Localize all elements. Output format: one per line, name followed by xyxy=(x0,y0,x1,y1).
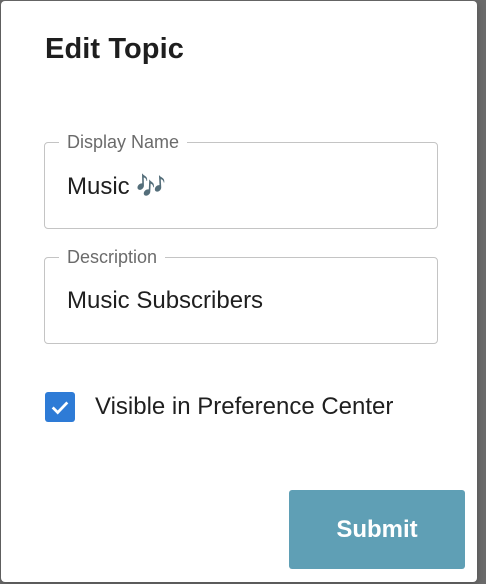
edit-topic-dialog: Edit Topic Display Name Description Visi… xyxy=(1,1,477,582)
display-name-field[interactable]: Display Name xyxy=(44,132,438,229)
dialog-title: Edit Topic xyxy=(45,33,185,65)
description-label: Description xyxy=(59,247,166,267)
display-name-input[interactable] xyxy=(67,169,407,203)
submit-button[interactable]: Submit xyxy=(289,490,465,569)
description-field[interactable]: Description xyxy=(44,247,438,344)
visible-in-preference-center-toggle[interactable]: Visible in Preference Center xyxy=(45,390,393,424)
visible-checkbox[interactable] xyxy=(45,392,75,422)
visible-checkbox-label: Visible in Preference Center xyxy=(95,393,394,420)
description-input[interactable] xyxy=(67,284,407,318)
checkmark-icon xyxy=(51,401,69,415)
display-name-label: Display Name xyxy=(59,132,188,152)
